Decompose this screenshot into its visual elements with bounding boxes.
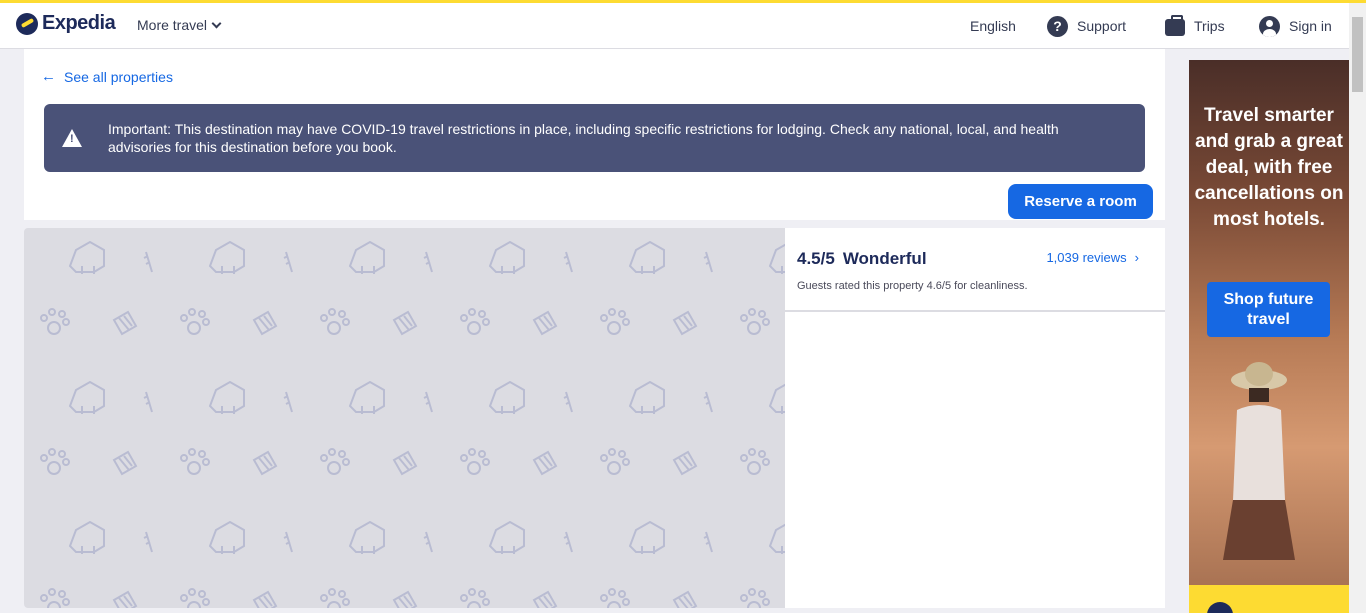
alert-message: Important: This destination may have COV… bbox=[108, 121, 1059, 155]
support-link[interactable]: ? Support bbox=[1047, 15, 1126, 37]
review-summary-top: 4.5/5 Wonderful 1,039 reviews › Guests r… bbox=[785, 228, 1165, 312]
expedia-logo[interactable]: Expedia bbox=[16, 12, 116, 35]
back-link-label: See all properties bbox=[64, 68, 173, 85]
trips-link[interactable]: Trips bbox=[1165, 15, 1225, 37]
brand-name: Expedia bbox=[42, 12, 116, 34]
reviews-count-label: 1,039 reviews bbox=[1046, 250, 1127, 265]
support-label: Support bbox=[1077, 18, 1127, 34]
briefcase-icon bbox=[1165, 15, 1185, 36]
rating-score: 4.5/5 bbox=[797, 249, 835, 268]
ad-headline: Travel smarter and grab a great deal, wi… bbox=[1194, 105, 1344, 230]
language-label: English bbox=[970, 18, 1016, 34]
sign-in-label: Sign in bbox=[1289, 18, 1332, 34]
sign-in-link[interactable]: Sign in bbox=[1259, 15, 1332, 37]
language-selector[interactable]: English bbox=[970, 15, 1016, 37]
more-travel-menu[interactable]: More travel bbox=[137, 17, 222, 33]
more-travel-label: More travel bbox=[137, 17, 208, 33]
reviews-count-link[interactable]: 1,039 reviews › bbox=[1046, 250, 1139, 265]
travel-ad-banner[interactable]: Travel smarter and grab a great deal, wi… bbox=[1189, 60, 1349, 613]
see-all-properties-link[interactable]: ← See all properties bbox=[41, 68, 173, 85]
expedia-logo-icon bbox=[1207, 602, 1233, 613]
placeholder-pattern bbox=[24, 228, 785, 608]
rating-label: Wonderful bbox=[842, 249, 927, 268]
cleanliness-rating-text: Guests rated this property 4.6/5 for cle… bbox=[797, 280, 1028, 292]
page-scrollbar[interactable] bbox=[1349, 3, 1366, 613]
chevron-right-icon: › bbox=[1134, 250, 1139, 265]
question-icon: ? bbox=[1047, 15, 1068, 37]
scrollbar-thumb[interactable] bbox=[1352, 17, 1363, 92]
chevron-down-icon bbox=[211, 18, 222, 28]
review-summary-panel: 4.5/5 Wonderful 1,039 reviews › Guests r… bbox=[785, 228, 1165, 608]
expedia-logo-icon bbox=[16, 12, 38, 35]
trips-label: Trips bbox=[1194, 18, 1225, 34]
site-header: Expedia More travel English ? Support Tr… bbox=[0, 3, 1349, 49]
image-gallery-placeholder[interactable] bbox=[24, 228, 785, 608]
warning-icon bbox=[62, 129, 82, 147]
ad-person-image bbox=[1223, 362, 1295, 560]
property-header-card: ← See all properties Important: This des… bbox=[24, 49, 1165, 220]
shop-future-travel-button[interactable]: Shop future travel bbox=[1207, 282, 1330, 337]
covid-alert-banner: Important: This destination may have COV… bbox=[44, 104, 1145, 172]
user-icon bbox=[1259, 15, 1280, 37]
ad-footer-bar bbox=[1189, 585, 1349, 613]
rating-line: 4.5/5 Wonderful bbox=[797, 249, 927, 269]
reserve-room-button[interactable]: Reserve a room bbox=[1008, 184, 1153, 219]
arrow-left-icon: ← bbox=[41, 68, 56, 85]
